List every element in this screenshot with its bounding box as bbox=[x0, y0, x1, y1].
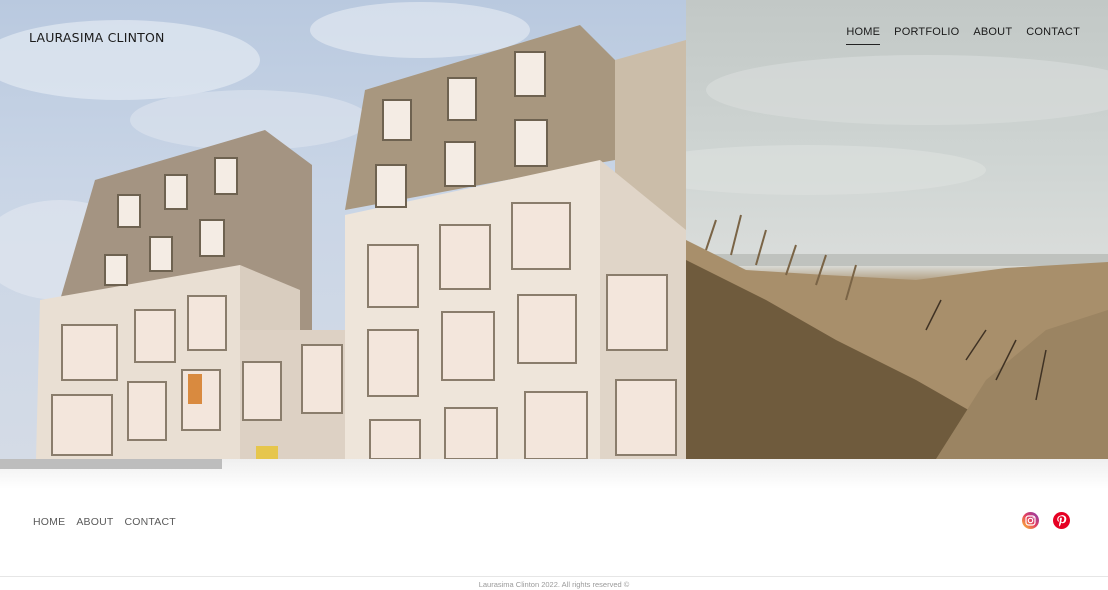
site-logo[interactable]: LAURASIMA CLINTON bbox=[29, 30, 165, 45]
hero-image-dunes: HOME PORTFOLIO ABOUT CONTACT bbox=[686, 0, 1108, 459]
nav-contact[interactable]: CONTACT bbox=[1026, 26, 1080, 45]
hero-slideshow[interactable]: LAURASIMA CLINTON HOME PORTFOLIO ABOUT C… bbox=[0, 0, 1108, 459]
footer-nav: HOME ABOUT CONTACT bbox=[33, 516, 176, 528]
nav-home[interactable]: HOME bbox=[846, 26, 881, 45]
nav-about[interactable]: ABOUT bbox=[973, 26, 1012, 45]
footer-nav-contact[interactable]: CONTACT bbox=[124, 516, 175, 528]
footer-divider bbox=[0, 576, 1108, 577]
hero-image-building: LAURASIMA CLINTON bbox=[0, 0, 686, 459]
social-links bbox=[1022, 512, 1070, 529]
dunes-illustration bbox=[686, 55, 1108, 459]
footer-nav-about[interactable]: ABOUT bbox=[76, 516, 113, 528]
building-illustration bbox=[0, 2, 686, 459]
footer-nav-home[interactable]: HOME bbox=[33, 516, 65, 528]
pinterest-icon[interactable] bbox=[1053, 512, 1070, 529]
copyright-text: Laurasima Clinton 2022. All rights reser… bbox=[478, 580, 630, 589]
instagram-icon[interactable] bbox=[1022, 512, 1039, 529]
slideshow-progress bbox=[0, 459, 1108, 469]
slideshow-progress-fill bbox=[0, 459, 222, 469]
main-nav: HOME PORTFOLIO ABOUT CONTACT bbox=[846, 26, 1080, 45]
nav-portfolio[interactable]: PORTFOLIO bbox=[894, 26, 959, 45]
